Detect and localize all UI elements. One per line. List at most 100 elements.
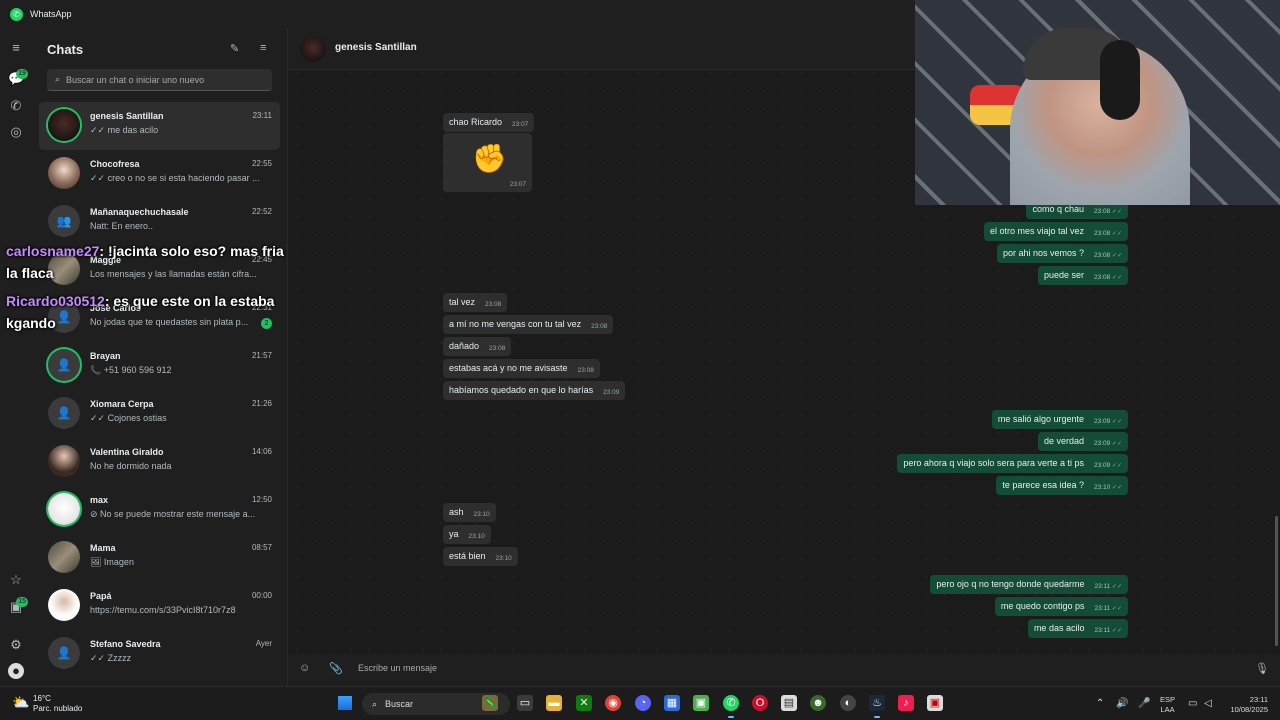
chrome-icon[interactable]: ◉ xyxy=(605,695,621,711)
chat-time: 08:57 xyxy=(251,543,272,552)
filter-icon[interactable]: ≡ xyxy=(260,42,266,54)
message-outgoing[interactable]: de verdad 23:09 xyxy=(1037,432,1128,454)
message-text: te parece esa idea ? xyxy=(1002,480,1084,490)
composer: ☺ 📎 Escribe un mensaje 🎙 xyxy=(288,654,1280,686)
chat-preview: No he dormido nada xyxy=(90,461,172,471)
microphone-tray-icon[interactable]: 🎤 xyxy=(1138,698,1150,709)
message-incoming[interactable]: chao Ricardo 23:07 xyxy=(443,113,535,132)
tiktok-icon[interactable]: ♪ xyxy=(898,695,914,711)
steam-icon[interactable]: ♨ xyxy=(869,695,885,718)
language-indicator[interactable]: ESP LAA xyxy=(1160,695,1175,715)
file-explorer-icon[interactable]: ▬ xyxy=(546,695,562,711)
message-incoming[interactable]: a mí no me vengas con tu tal vez 23:08 xyxy=(443,315,614,334)
message-time: 23:09 xyxy=(1094,434,1122,454)
message-text: habíamos quedado en que lo harías xyxy=(449,385,594,395)
chat-item[interactable]: Papá 00:00 https://temu.com/s/33PvicI8t7… xyxy=(39,582,280,630)
message-outgoing[interactable]: me salió algo urgente 23:09 xyxy=(991,410,1128,429)
chat-name: max xyxy=(90,495,109,505)
chat-item[interactable]: Valentina Giraldo 14:06 No he dormido na… xyxy=(39,438,280,486)
conversation-scrollbar[interactable] xyxy=(1275,516,1278,646)
message-time: 23:08 xyxy=(489,345,506,352)
discord-icon[interactable]: ◔ xyxy=(635,695,651,711)
weather-temp: 16°C xyxy=(33,694,51,703)
message-time: 23:08 xyxy=(1094,268,1122,288)
message-input[interactable]: Escribe un mensaje xyxy=(358,663,437,673)
message-incoming[interactable]: dañado 23:08 xyxy=(443,337,512,356)
chat-name: Mama xyxy=(90,543,116,553)
message-incoming[interactable]: habíamos quedado en que lo harías 23:09 xyxy=(443,381,626,400)
message-time: 23:10 xyxy=(468,533,485,540)
message-outgoing[interactable]: me das acilo 23:11 xyxy=(1027,619,1128,638)
app-icon-grey[interactable]: ◐ xyxy=(840,695,856,711)
speaker-icon[interactable]: ◁ xyxy=(1204,698,1212,709)
message-incoming[interactable]: está bien 23:10 xyxy=(443,547,518,566)
notepad-icon[interactable]: ▤ xyxy=(781,695,797,711)
starred-icon[interactable]: ☆ xyxy=(8,572,24,588)
chat-name: Xiomara Cerpa xyxy=(90,399,154,409)
webcam-headset xyxy=(1100,40,1140,120)
chat-item[interactable]: genesis Santillan 23:11 ✓✓ me das acilo xyxy=(39,102,280,150)
chat-time: 23:11 xyxy=(252,111,272,120)
sticker-message[interactable]: ✊ 23:07 xyxy=(443,133,532,192)
calls-icon[interactable]: ✆ xyxy=(8,98,24,114)
emoji-icon[interactable]: ☺ xyxy=(299,662,310,674)
contact-avatar[interactable] xyxy=(300,36,326,62)
whatsapp-taskbar-icon[interactable]: ✆ xyxy=(723,695,739,718)
chat-item[interactable]: 👤 Stefano Savedra Ayer ✓✓ Zzzzz xyxy=(39,630,280,678)
status-icon[interactable]: ◎ xyxy=(8,124,24,140)
avatar xyxy=(48,109,80,141)
chevron-up-icon[interactable]: ⌃ xyxy=(1096,698,1104,709)
opera-icon[interactable]: O xyxy=(752,695,768,711)
message-incoming[interactable]: ash 23:10 xyxy=(443,503,496,522)
message-text: ash xyxy=(449,507,464,517)
attach-icon[interactable]: 📎 xyxy=(329,662,343,675)
contact-name[interactable]: genesis Santillan xyxy=(335,42,417,53)
message-time: 23:11 xyxy=(1094,599,1122,619)
weather-widget[interactable]: ⛅ 16°C Parc. nublado xyxy=(12,694,82,714)
message-incoming[interactable]: estabas acá y no me avisaste 23:08 xyxy=(443,359,600,378)
message-time: 23:10 xyxy=(495,555,512,562)
chat-item[interactable]: Chocofresa 22:55 ✓✓ creo o no se si esta… xyxy=(39,150,280,198)
menu-icon[interactable]: ≡ xyxy=(8,40,24,56)
volume-icon[interactable]: 🔊 xyxy=(1116,698,1128,709)
message-text: pero ahora q viajo solo sera para verte … xyxy=(903,458,1084,468)
message-time: 23:08 xyxy=(591,323,608,330)
chat-item[interactable]: 👤 Xiomara Cerpa 21:26 ✓✓ Cojones ostias xyxy=(39,390,280,438)
message-time: 23:09 xyxy=(603,389,620,396)
settings-icon[interactable]: ⚙ xyxy=(8,637,24,653)
app-icon-green[interactable]: ☻ xyxy=(810,695,826,711)
avatar xyxy=(48,157,80,189)
message-outgoing[interactable]: me quedo contigo ps 23:11 xyxy=(994,597,1128,619)
message-outgoing[interactable]: pero ahora q viajo solo sera para verte … xyxy=(897,454,1128,473)
chat-item[interactable]: max 12:50 ⊘ No se puede mostrar este men… xyxy=(39,486,280,534)
chat-time: 21:57 xyxy=(251,351,272,360)
chat-item[interactable]: 👤 Brayan 21:57 📞 +51 960 596 912 xyxy=(39,342,280,390)
store-icon[interactable]: ▦ xyxy=(664,695,680,711)
chat-item[interactable]: 👥 Mañanaquechuchasale 22:52 Natt: En ene… xyxy=(39,198,280,246)
fist-sticker-icon: ✊ xyxy=(472,143,507,174)
message-outgoing[interactable]: pero ojo q no tengo donde quedarme 23:11 xyxy=(930,575,1128,594)
profile-avatar[interactable]: ● xyxy=(8,663,24,679)
app-icon-white[interactable]: ▣ xyxy=(927,695,943,711)
message-outgoing[interactable]: por ahi nos vemos ? 23:08 xyxy=(996,244,1128,263)
windows-start-icon[interactable] xyxy=(338,696,352,710)
clock[interactable]: 23:11 10/08/2025 xyxy=(1224,695,1268,715)
message-incoming[interactable]: ya 23:10 xyxy=(443,525,491,544)
xbox-icon[interactable]: ✕ xyxy=(576,695,592,711)
minecraft-icon[interactable]: ▣ xyxy=(693,695,709,711)
message-outgoing[interactable]: el otro mes viajo tal vez 23:08 xyxy=(983,222,1128,241)
message-outgoing[interactable]: te parece esa idea ? 23:10 xyxy=(996,476,1128,495)
task-view-icon[interactable]: ▭ xyxy=(517,695,533,711)
chat-item[interactable]: Mama 08:57 🖼 Imagen xyxy=(39,534,280,582)
chat-preview: ✓✓ Cojones ostias xyxy=(90,413,167,423)
microphone-icon[interactable]: 🎙 xyxy=(1255,662,1269,675)
message-incoming[interactable]: tal vez 23:08 xyxy=(443,293,508,312)
person-icon: 👤 xyxy=(56,646,72,660)
message-text: tal vez xyxy=(449,297,476,307)
new-chat-icon[interactable]: ✎ xyxy=(230,42,239,55)
stream-chat-message: Ricardo030512: es que este on la estaba … xyxy=(6,290,296,334)
search-input[interactable]: ⌕ Buscar un chat o iniciar uno nuevo xyxy=(47,69,272,91)
network-icon[interactable]: ▭ xyxy=(1188,698,1197,709)
chat-name: Stefano Savedra xyxy=(90,639,161,649)
message-outgoing[interactable]: puede ser 23:08 xyxy=(1037,266,1128,288)
